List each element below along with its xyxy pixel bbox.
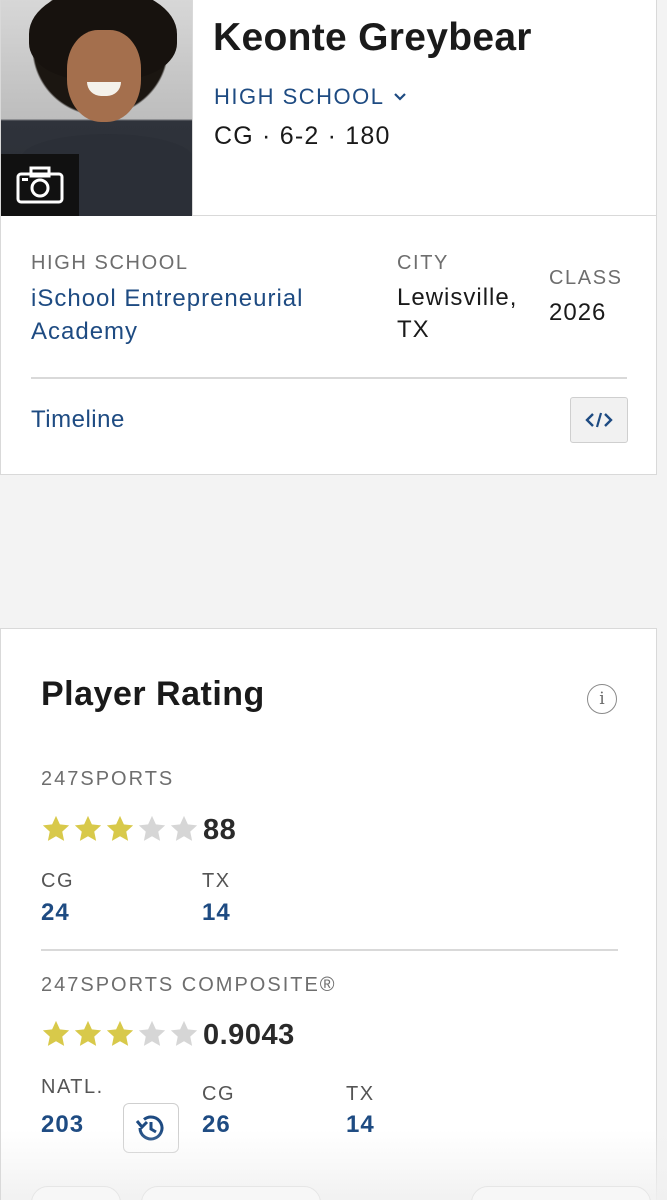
sports247-rank-state[interactable]: 14 bbox=[202, 899, 231, 927]
star-filled-icon bbox=[42, 1020, 70, 1046]
star-filled-icon bbox=[74, 1020, 102, 1046]
city-label: CITY bbox=[397, 252, 449, 274]
player-rating-card: Player Rating i 247SPORTS 88 CG 24 TX 14… bbox=[0, 628, 667, 1200]
star-empty-icon bbox=[170, 815, 198, 841]
city-value: Lewisville, TX bbox=[397, 282, 517, 346]
composite-label: 247SPORTS COMPOSITE® bbox=[41, 974, 337, 996]
sports247-rank-position[interactable]: 24 bbox=[41, 899, 70, 927]
city-line2: TX bbox=[397, 316, 430, 343]
composite-stars bbox=[41, 1019, 199, 1049]
camera-icon bbox=[16, 166, 64, 204]
star-filled-icon bbox=[106, 1020, 134, 1046]
profile-card: Keonte Greybear HIGH SCHOOL CG · 6-2 · 1… bbox=[0, 0, 657, 475]
bottom-tab-1[interactable] bbox=[31, 1186, 121, 1200]
sports247-rank-label-position: CG bbox=[41, 870, 74, 892]
composite-rank-label-position: CG bbox=[202, 1083, 235, 1105]
player-name: Keonte Greybear bbox=[213, 16, 532, 59]
sports247-label: 247SPORTS bbox=[41, 768, 175, 790]
level-dropdown[interactable]: HIGH SCHOOL bbox=[214, 84, 407, 110]
level-label: HIGH SCHOOL bbox=[214, 84, 385, 109]
rating-divider bbox=[41, 949, 618, 951]
details-divider bbox=[31, 377, 627, 379]
composite-rank-label-state: TX bbox=[346, 1083, 375, 1105]
rating-title: Player Rating bbox=[41, 675, 265, 713]
star-empty-icon bbox=[170, 1020, 198, 1046]
high-school-name-line1: iSchool Entrepreneurial bbox=[31, 285, 304, 312]
composite-rank-label-national: NATL. bbox=[41, 1076, 104, 1098]
class-value: 2026 bbox=[549, 299, 607, 326]
star-empty-icon bbox=[138, 1020, 166, 1046]
code-icon bbox=[585, 412, 613, 428]
player-vitals: CG · 6-2 · 180 bbox=[214, 122, 391, 150]
embed-button[interactable] bbox=[570, 397, 628, 443]
timeline-link[interactable]: Timeline bbox=[31, 406, 125, 434]
star-empty-icon bbox=[138, 815, 166, 841]
sports247-rank-label-state: TX bbox=[202, 870, 231, 892]
info-icon[interactable]: i bbox=[587, 684, 617, 714]
high-school-label: HIGH SCHOOL bbox=[31, 252, 189, 274]
high-school-name-line2: Academy bbox=[31, 318, 139, 345]
player-profile-page: Keonte Greybear HIGH SCHOOL CG · 6-2 · 1… bbox=[0, 0, 667, 1200]
class-label: CLASS bbox=[549, 267, 623, 289]
sports247-score: 88 bbox=[203, 814, 237, 846]
city-line1: Lewisville, bbox=[397, 284, 518, 311]
player-photo[interactable] bbox=[1, 0, 193, 216]
profile-header: Keonte Greybear HIGH SCHOOL CG · 6-2 · 1… bbox=[1, 0, 656, 216]
camera-button[interactable] bbox=[1, 154, 79, 216]
star-filled-icon bbox=[106, 815, 134, 841]
bottom-tab-3[interactable] bbox=[471, 1186, 651, 1200]
star-filled-icon bbox=[74, 815, 102, 841]
bottom-tab-2[interactable] bbox=[141, 1186, 321, 1200]
star-filled-icon bbox=[42, 815, 70, 841]
chevron-down-icon bbox=[393, 93, 406, 101]
player-details: HIGH SCHOOL iSchool Entrepreneurial Acad… bbox=[1, 216, 656, 474]
high-school-link[interactable]: iSchool Entrepreneurial Academy bbox=[31, 282, 303, 348]
composite-score: 0.9043 bbox=[203, 1019, 295, 1051]
sports247-stars bbox=[41, 814, 199, 844]
